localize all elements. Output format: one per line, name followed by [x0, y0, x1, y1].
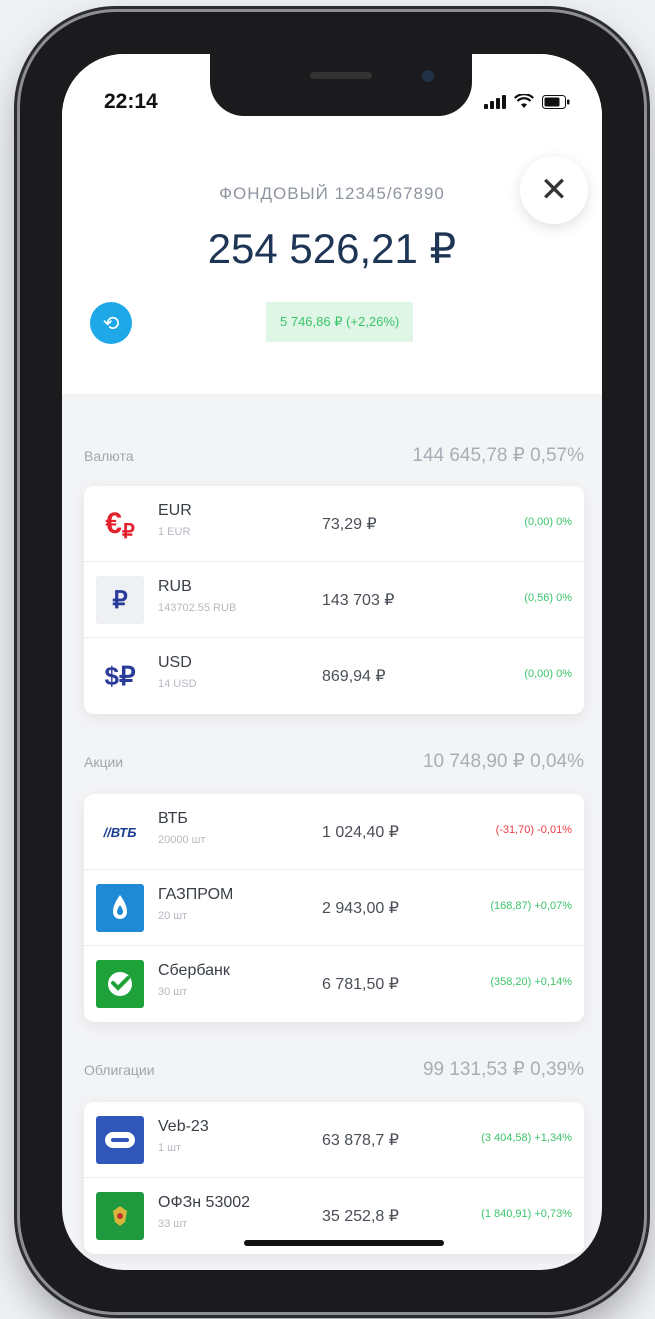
asset-change: (0,00) 0%	[524, 516, 572, 528]
veb-logo-icon	[96, 1116, 144, 1164]
asset-quantity: 143702.55 RUB	[158, 602, 237, 614]
asset-price: 35 252,8 ₽	[322, 1208, 399, 1225]
asset-change: (168,87) +0,07%	[490, 900, 572, 912]
camera-icon	[422, 70, 434, 82]
asset-price: 63 878,7 ₽	[322, 1132, 399, 1149]
asset-change: (3 404,58) +1,34%	[481, 1132, 572, 1144]
signal-icon	[484, 95, 506, 109]
section-header-bonds: Облигации 99 131,53 ₽ 0,39%	[84, 1058, 584, 1082]
app-screen: ✕ ФОНДОВЫЙ 12345/67890 254 526,21 ₽ ⟲ 5 …	[62, 54, 602, 1270]
asset-price: 2 943,00 ₽	[322, 900, 399, 917]
rub-icon: ₽	[96, 576, 144, 624]
wifi-icon	[514, 94, 534, 108]
sberbank-logo-icon	[96, 960, 144, 1008]
asset-change: (-31,70) -0,01%	[495, 824, 572, 836]
asset-name: RUB	[158, 578, 192, 595]
asset-name: EUR	[158, 502, 192, 519]
account-name: ФОНДОВЫЙ 12345/67890	[219, 184, 445, 203]
asset-price: 73,29 ₽	[322, 516, 377, 533]
asset-quantity: 20000 шт	[158, 834, 206, 846]
home-indicator[interactable]	[244, 1240, 444, 1246]
stocks-card: //ВТБ ВТБ 20000 шт 1 024,40 ₽ (-31,70) -…	[84, 794, 584, 1022]
section-title: Валюта	[84, 448, 134, 464]
usd-rub-icon: $₽	[104, 660, 136, 691]
total-change-badge: 5 746,86 ₽ (+2,26%)	[266, 302, 414, 342]
list-item[interactable]: Сбербанк 30 шт 6 781,50 ₽ (358,20) +0,14…	[84, 946, 584, 1022]
asset-price: 1 024,40 ₽	[322, 824, 399, 841]
section-header-currency: Валюта 144 645,78 ₽ 0,57%	[84, 444, 584, 468]
section-summary: 99 131,53 ₽ 0,39%	[422, 1059, 584, 1080]
asset-quantity: 30 шт	[158, 986, 188, 998]
asset-change: (0,00) 0%	[524, 668, 572, 680]
history-button[interactable]: ⟲	[90, 302, 132, 344]
asset-quantity: 1 шт	[158, 1142, 182, 1154]
status-time: 22:14	[104, 90, 158, 113]
asset-name: ГАЗПРОМ	[158, 886, 234, 903]
ofz-emblem-icon	[96, 1192, 144, 1240]
asset-quantity: 14 USD	[158, 678, 197, 690]
list-item[interactable]: ГАЗПРОМ 20 шт 2 943,00 ₽ (168,87) +0,07%	[84, 870, 584, 946]
asset-price: 869,94 ₽	[322, 668, 386, 685]
asset-price: 143 703 ₽	[322, 592, 395, 609]
asset-name: Сбербанк	[158, 962, 230, 979]
list-item[interactable]: $₽ USD 14 USD 869,94 ₽ (0,00) 0%	[84, 638, 584, 714]
asset-change: (0,56) 0%	[524, 592, 572, 604]
speaker-icon	[310, 72, 372, 79]
section-title: Облигации	[84, 1062, 155, 1078]
gazprom-logo-icon	[96, 884, 144, 932]
history-icon: ⟲	[102, 312, 120, 335]
asset-change: (358,20) +0,14%	[490, 976, 572, 988]
asset-price: 6 781,50 ₽	[322, 976, 399, 993]
list-item[interactable]: € ₽ EUR 1 EUR 73,29 ₽ (0,00) 0%	[84, 486, 584, 562]
section-title: Акции	[84, 754, 124, 770]
phone-frame: ✕ ФОНДОВЫЙ 12345/67890 254 526,21 ₽ ⟲ 5 …	[20, 12, 644, 1312]
list-item[interactable]: Veb-23 1 шт 63 878,7 ₽ (3 404,58) +1,34%	[84, 1102, 584, 1178]
euro-rub-icon: € ₽	[105, 507, 135, 543]
section-summary: 144 645,78 ₽ 0,57%	[412, 445, 584, 466]
asset-quantity: 20 шт	[158, 910, 188, 922]
asset-name: USD	[158, 654, 192, 671]
currency-card: € ₽ EUR 1 EUR 73,29 ₽ (0,00) 0% ₽ RUB 143…	[84, 486, 584, 714]
vtb-logo-icon: //ВТБ	[103, 824, 137, 840]
asset-name: ОФЗн 53002	[158, 1194, 251, 1211]
asset-name: Veb-23	[158, 1118, 209, 1135]
notch	[210, 54, 472, 116]
section-header-stocks: Акции 10 748,90 ₽ 0,04%	[84, 750, 584, 774]
status-icons	[484, 94, 570, 109]
asset-quantity: 1 EUR	[158, 526, 191, 538]
list-item[interactable]: //ВТБ ВТБ 20000 шт 1 024,40 ₽ (-31,70) -…	[84, 794, 584, 870]
list-item[interactable]: ₽ RUB 143702.55 RUB 143 703 ₽ (0,56) 0%	[84, 562, 584, 638]
bonds-card: Veb-23 1 шт 63 878,7 ₽ (3 404,58) +1,34%…	[84, 1102, 584, 1254]
section-summary: 10 748,90 ₽ 0,04%	[422, 751, 584, 772]
asset-name: ВТБ	[158, 810, 188, 827]
battery-icon	[542, 95, 570, 109]
total-value: 254 526,21 ₽	[207, 225, 457, 272]
asset-change: (1 840,91) +0,73%	[481, 1208, 572, 1220]
asset-quantity: 33 шт	[158, 1218, 188, 1230]
